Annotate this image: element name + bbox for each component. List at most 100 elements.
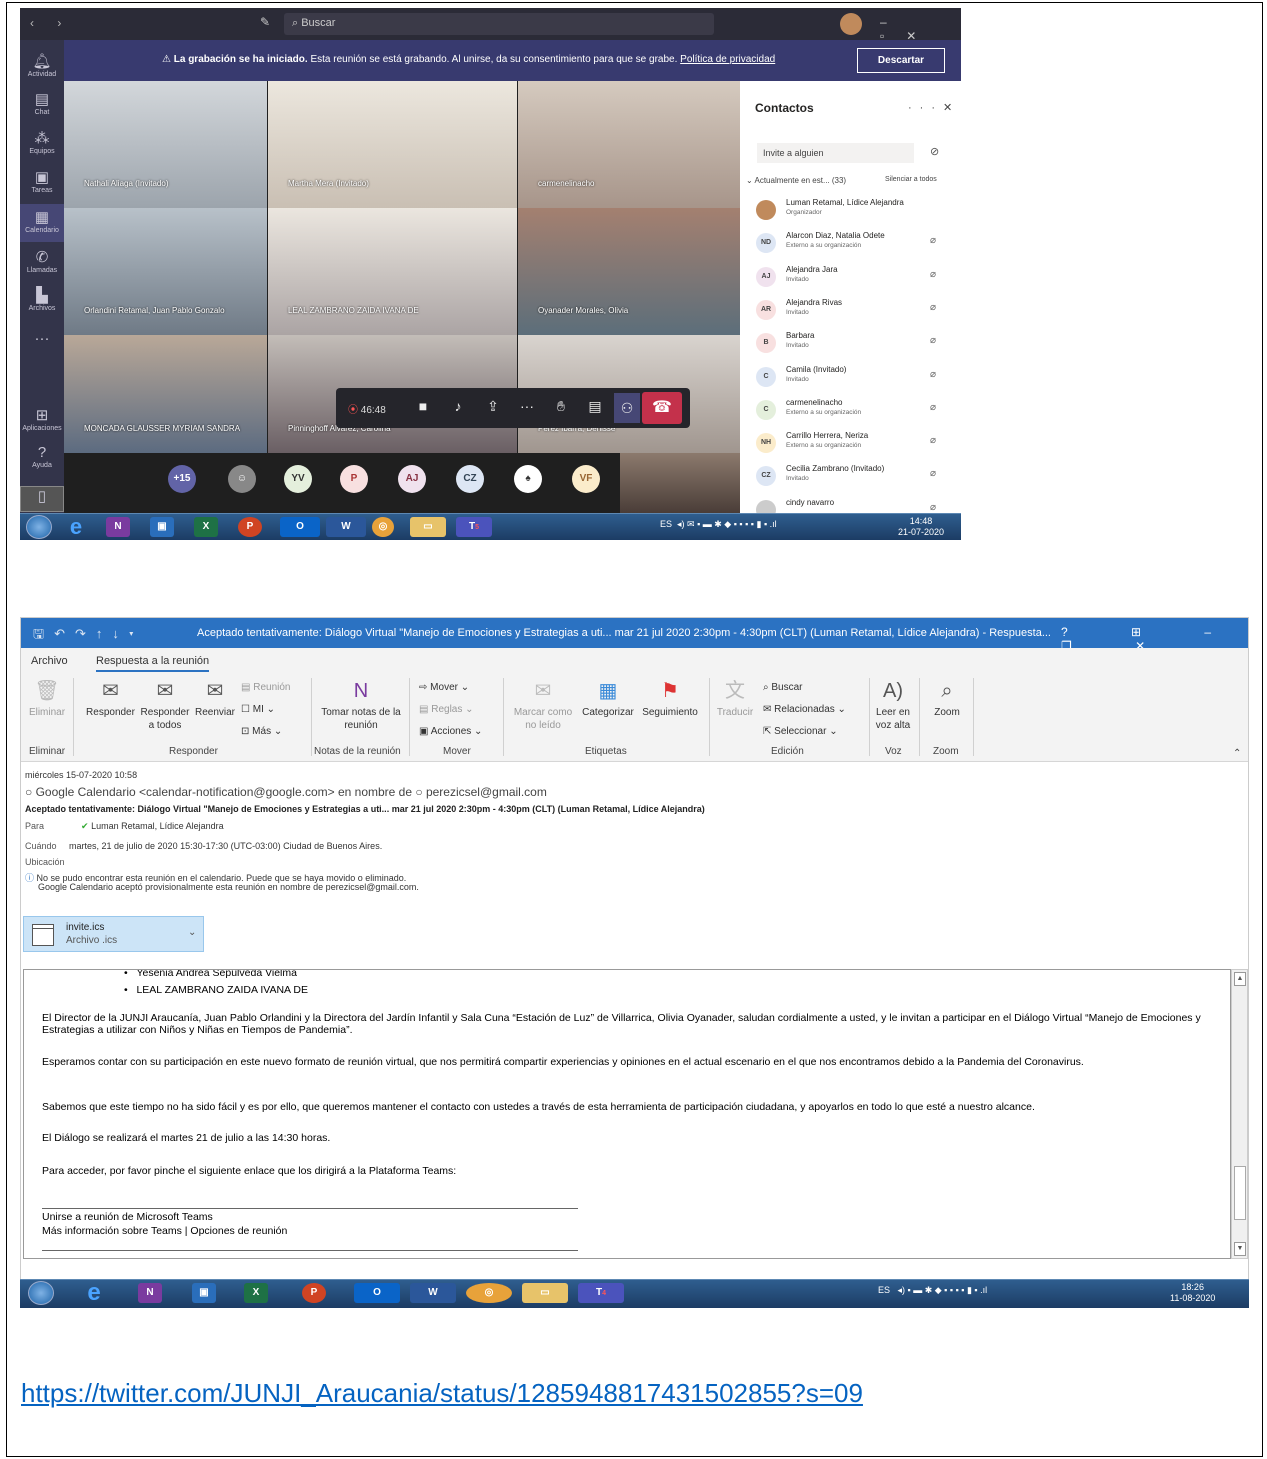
- attachment[interactable]: invite.ics Archivo .ics ⌄: [23, 916, 204, 952]
- powerpoint-icon[interactable]: P: [302, 1283, 326, 1303]
- select-button[interactable]: ⇱ Seleccionar ⌄: [763, 726, 838, 737]
- info-link[interactable]: Más información sobre Teams | Opciones d…: [42, 1225, 1217, 1237]
- outlook-icon[interactable]: O: [354, 1283, 400, 1303]
- scroll-down-icon[interactable]: ▼: [1234, 1242, 1246, 1256]
- overflow-avatar[interactable]: +15: [168, 465, 196, 493]
- outlook-notes-icon[interactable]: ▣: [192, 1283, 216, 1303]
- zoom-button[interactable]: ⌕ Zoom: [927, 680, 967, 719]
- discard-button[interactable]: Descartar: [857, 48, 945, 73]
- excel-icon[interactable]: X: [194, 517, 218, 537]
- join-link[interactable]: Unirse a reunión de Microsoft Teams: [42, 1211, 1217, 1223]
- start-button[interactable]: [26, 515, 52, 539]
- mic-off-icon[interactable]: ⌀: [930, 269, 936, 280]
- delete-button[interactable]: 🗑︎ Eliminar: [27, 680, 67, 719]
- system-tray[interactable]: ES ◂) ▪ ▬ ✱ ◆ ▪ ▪ ▪ ▪ ▮ ▪ .ıl: [878, 1285, 987, 1296]
- quick-access-toolbar[interactable]: 🖫↶↷↑↓▾: [33, 625, 144, 647]
- onenote-icon[interactable]: N: [106, 517, 130, 537]
- teams-taskbar-icon[interactable]: T4: [578, 1283, 624, 1303]
- start-button[interactable]: [28, 1281, 54, 1305]
- chevron-down-icon[interactable]: ⌄: [188, 927, 196, 938]
- avatar[interactable]: YV: [284, 465, 312, 493]
- im-button[interactable]: ☐ MI ⌄: [241, 704, 275, 715]
- invite-input[interactable]: Invite a alguien: [757, 143, 914, 163]
- mic-off-icon[interactable]: ⌀: [930, 302, 936, 313]
- device-icon[interactable]: ▯: [20, 486, 64, 512]
- outlook-icon[interactable]: O: [280, 517, 320, 537]
- more-button[interactable]: ⊡ Más ⌄: [241, 726, 282, 737]
- mic-off-icon[interactable]: ⌀: [930, 468, 936, 479]
- scroll-thumb[interactable]: [1234, 1166, 1246, 1220]
- twitter-link[interactable]: https://twitter.com/JUNJI_Araucania/stat…: [21, 1378, 863, 1409]
- contact-item[interactable]: AJ Alejandra Jara Invitado ⌀: [754, 265, 959, 298]
- reply-button[interactable]: ✉ Responder: [83, 680, 138, 719]
- avatar[interactable]: ☺: [228, 465, 256, 493]
- rail-chat[interactable]: ▤ Chat: [20, 90, 64, 116]
- rail-teams[interactable]: ⁂ Equipos: [20, 129, 64, 155]
- mic-off-icon[interactable]: ⌀: [930, 435, 936, 446]
- reply-all-button[interactable]: ✉ Responder a todos: [137, 680, 193, 732]
- contacts-panel-controls[interactable]: ···✕: [908, 101, 960, 114]
- clock[interactable]: 14:48 21-07-2020: [898, 516, 944, 538]
- mic-off-icon[interactable]: ⌀: [930, 402, 936, 413]
- actions-button[interactable]: ▣ Acciones ⌄: [419, 726, 482, 737]
- video-tile[interactable]: Oyanader Morales, Olivia: [518, 208, 740, 335]
- rail-apps[interactable]: ⊞ Aplicaciones: [20, 406, 64, 432]
- share-link-icon[interactable]: ⊘: [930, 145, 939, 158]
- chrome-icon[interactable]: ◎: [372, 517, 394, 537]
- contact-item[interactable]: Ccarmenelinacho Externo a su organización…: [754, 398, 959, 431]
- sender[interactable]: ○ Google Calendario <calendar-notificati…: [25, 785, 547, 799]
- participants-icon[interactable]: ⚇: [614, 393, 640, 423]
- avatar[interactable]: VF: [572, 465, 600, 493]
- take-notes-button[interactable]: N Tomar notas de la reunión: [317, 680, 405, 732]
- mark-unread-button[interactable]: ✉ Marcar como no leído: [509, 680, 577, 732]
- onenote-icon[interactable]: N: [138, 1283, 162, 1303]
- categorize-button[interactable]: ▦ Categorizar: [579, 680, 637, 719]
- search-button[interactable]: ⌕ Buscar: [763, 682, 803, 693]
- mic-off-icon[interactable]: ⌀: [930, 335, 936, 346]
- window-controls[interactable]: –▫✕: [880, 15, 961, 43]
- mic-off-icon[interactable]: ⌀: [930, 369, 936, 380]
- powerpoint-icon[interactable]: P: [238, 517, 262, 537]
- contact-item[interactable]: CZ Cecilia Zambrano (Invitado) Invitado ⌀: [754, 464, 959, 497]
- privacy-link[interactable]: Política de privacidad: [680, 54, 775, 65]
- explorer-icon[interactable]: ▭: [522, 1283, 568, 1303]
- raise-hand-icon[interactable]: ✋︎: [550, 398, 572, 415]
- rules-button[interactable]: ▤ Reglas ⌄: [419, 704, 474, 715]
- rail-help[interactable]: ? Ayuda: [20, 444, 64, 469]
- video-tile[interactable]: Nathali Aliaga (Invitado): [64, 81, 267, 208]
- word-icon[interactable]: W: [326, 517, 366, 537]
- video-tile[interactable]: LEAL ZAMBRANO ZAIDA IVANA DE: [268, 208, 517, 335]
- rail-activity[interactable]: 🔔︎ Actividad: [20, 52, 64, 78]
- rail-calls[interactable]: ✆ Llamadas: [20, 248, 64, 274]
- user-avatar[interactable]: [840, 13, 862, 35]
- video-tile[interactable]: Martha Mera (Invitado): [268, 81, 517, 208]
- translate-button[interactable]: 文 Traducir: [715, 680, 755, 719]
- read-aloud-button[interactable]: A) Leer en voz alta: [873, 680, 913, 732]
- rail-tasks[interactable]: ▣ Tareas: [20, 168, 64, 194]
- avatar[interactable]: P: [340, 465, 368, 493]
- related-button[interactable]: ✉ Relacionadas ⌄: [763, 704, 846, 715]
- search-input[interactable]: ⌕ Buscar: [284, 13, 714, 35]
- collapse-ribbon-icon[interactable]: ⌃: [1233, 748, 1241, 759]
- followup-button[interactable]: ⚑ Seguimiento: [637, 680, 703, 719]
- contact-item[interactable]: B Barbara Invitado ⌀: [754, 331, 959, 364]
- hang-up-icon[interactable]: ☎: [642, 392, 682, 424]
- video-tile[interactable]: carmenelinacho: [518, 81, 740, 208]
- mic-icon[interactable]: ♪: [447, 398, 469, 414]
- rail-calendar[interactable]: ▦ Calendario: [20, 204, 64, 242]
- explorer-icon[interactable]: ▭: [410, 517, 446, 537]
- mic-off-icon[interactable]: ⌀: [930, 235, 936, 246]
- section-header[interactable]: ⌄ Actualmente en est... (33): [746, 176, 846, 185]
- recipient[interactable]: ✔ Luman Retamal, Lídice Alejandra: [81, 821, 224, 832]
- word-icon[interactable]: W: [410, 1283, 456, 1303]
- mic-off-icon[interactable]: ⌀: [930, 502, 936, 513]
- compose-icon[interactable]: ✎: [260, 15, 270, 29]
- avatar[interactable]: ♠: [514, 465, 542, 493]
- meeting-button[interactable]: ▤ Reunión: [241, 682, 291, 693]
- avatar[interactable]: AJ: [398, 465, 426, 493]
- ie-icon[interactable]: e: [64, 516, 88, 538]
- tab-respuesta[interactable]: Respuesta a la reunión: [96, 655, 210, 672]
- tab-archivo[interactable]: Archivo: [31, 655, 68, 667]
- excel-icon[interactable]: X: [244, 1283, 268, 1303]
- video-tile[interactable]: Orlandini Retamal, Juan Pablo Gonzalo: [64, 208, 267, 335]
